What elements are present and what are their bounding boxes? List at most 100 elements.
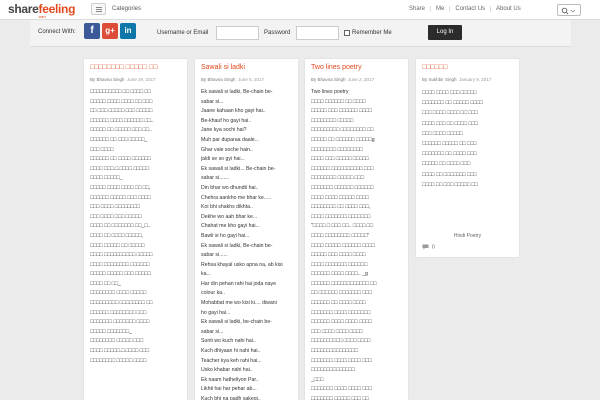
post-line: □□□□ □□ □□□□□□□ □□□	[422, 171, 477, 178]
post-author[interactable]: By Sukhbir Singh	[422, 77, 457, 82]
site-logo[interactable]: sharefeeling .com	[8, 2, 75, 19]
post-line: Usko khabar nahi hai..	[201, 367, 253, 374]
post-line: sabar si.......	[201, 175, 230, 182]
post-line: □□□□□□□□ □□□□□ □□□	[311, 175, 365, 182]
post-line: □□□□ □□□ □□ □□□□ □□□	[422, 120, 478, 127]
search-icon	[561, 7, 575, 15]
post-line: □□□□ □□□□ □□□□□ □□□□	[311, 194, 369, 201]
post-line: jaldi se so gyi hai...	[201, 156, 245, 163]
post-line: Ek naam hatheliyon Par..	[201, 376, 259, 383]
facebook-icon[interactable]: f	[84, 23, 100, 39]
post-line: □□□□ □□□□□_	[90, 175, 123, 182]
post-line: □□□□□□□□ □□ □□□□ □□□,	[311, 204, 371, 211]
post-line: Har din pehan rahi hai joda naye	[201, 280, 276, 287]
post-title[interactable]: □□□□□□	[422, 64, 447, 71]
post-line: □□□□□□□ □□□□□□□ □□□□	[90, 319, 150, 326]
post-card: Sawali si ladki By Bhavna Singh June 6, …	[195, 59, 298, 400]
post-category-link[interactable]: Hindi Poetry	[416, 233, 519, 239]
post-line: ho gayi hai...	[201, 309, 231, 316]
post-meta: By Bhavna Singh June 6, 2017	[201, 77, 264, 82]
hamburger-icon-bar	[96, 7, 102, 8]
top-bar: sharefeeling .com Categories Share Me Co…	[0, 0, 600, 20]
post-author[interactable]: By Bhavna Singh	[90, 77, 125, 82]
nav-me[interactable]: Me	[430, 6, 449, 12]
login-button[interactable]: Log In	[428, 25, 462, 40]
post-line: Ek sawali si ladki, be-chain be-	[201, 319, 272, 326]
post-line: □□ □□□ □□□□□ □□□ □□□□□	[90, 108, 153, 115]
post-line: □□□ □□□□	[90, 146, 114, 153]
search-button[interactable]	[557, 4, 581, 16]
post-line: Ek sawali si ladki, Be-chain be-	[201, 89, 273, 95]
post-line: □□□□ □□□□□□ □□ □□□□	[311, 98, 366, 105]
comment-icon	[422, 244, 429, 250]
categories-link[interactable]: Categories	[112, 6, 141, 12]
post-line: □□□□□□ □□□□□ □□□ □□□□	[90, 194, 151, 201]
post-line: sabar si......	[201, 252, 228, 259]
remember-me-checkbox[interactable]	[344, 30, 350, 36]
post-line: □□□□□□□□ □□□□□	[311, 117, 354, 124]
nav-share[interactable]: Share	[404, 6, 430, 12]
post-line: □□□ □□□□ □□□□□□□□	[90, 204, 140, 211]
post-line: □□□□□□ □□□□ □□□□.. _g	[311, 271, 368, 278]
post-line: Ek sawali si ladki, Be-chain be-	[201, 242, 273, 249]
post-card: Two lines poetry By Bhavna Singh June 2,…	[305, 59, 408, 400]
post-meta: By Bhavna Singh June 29, 2017	[90, 77, 156, 82]
post-line: □□□□ □□□□□ □□□□□□ □□□□	[311, 242, 375, 249]
post-line: Muh par duparaa daale...	[201, 136, 259, 143]
post-line: "□□□□ □ □□□ □□.. □□□□ □□	[311, 223, 374, 230]
post-line: □□□□ □□□□ □□□ □□□□□	[422, 90, 477, 96]
post-line: □□□□□□□□ □□□□□ □□□□	[90, 357, 147, 364]
post-date: January 9, 2017	[459, 77, 492, 82]
post-line: sabar si...	[201, 98, 224, 105]
post-line: Teacher kya keh rahi hai...	[201, 357, 262, 364]
post-line: colour ka..	[201, 290, 225, 297]
google-plus-icon[interactable]: g+	[102, 23, 118, 39]
post-line: □□□□□ □□ □□□□□ □□□ □□..	[90, 127, 152, 134]
post-line: □□□□□□□ □□□□ □□□□ □□□	[311, 386, 372, 393]
post-line: □□□□ □□□.□.□□□□ □□□□□	[90, 165, 150, 172]
post-line: □□ □□□□□□ □□□□□□□ □□□	[311, 290, 372, 297]
post-body: Two lines poetry □□□□ □□□□□□ □□ □□□□ □□□□□…	[311, 88, 403, 400]
post-date: June 2, 2017	[348, 77, 375, 82]
post-line: Likhti hai har pehar ab...	[201, 386, 257, 393]
post-line: □□□□□□□□ □□□□□ □□□	[90, 338, 144, 345]
linkedin-icon[interactable]: in	[120, 23, 136, 39]
menu-toggle-button[interactable]	[91, 3, 106, 15]
post-author[interactable]: By Bhavna Singh	[201, 77, 236, 82]
post-title[interactable]: □□□□□□□□ □□□□□ □□	[90, 64, 157, 71]
post-body: □□□□ □□□□ □□□ □□□□□ □□□□□□□ □□ □□□□□ □□□□…	[422, 88, 514, 190]
post-line: □□□□ □□□□□□□ □□□□□□	[311, 261, 368, 268]
password-field[interactable]	[296, 26, 339, 40]
post-line: □□□□□□ □□□□ □□□□ □□□□	[311, 319, 372, 326]
post-line: □□□□□□□□ □□□□□□□□	[311, 146, 363, 153]
nav-about-us[interactable]: About Us	[490, 6, 526, 12]
post-line: sabar si...	[201, 328, 224, 335]
post-line: □□□□□ □□□□ □□□□ □□ □□,	[90, 184, 151, 191]
username-field[interactable]	[216, 26, 259, 40]
post-title[interactable]: Sawali si ladki	[201, 64, 245, 71]
post-line: □□□ □□□□ □□□□ □□ □□□	[422, 110, 478, 117]
chevron-down-icon	[570, 9, 575, 13]
post-line: Koi bhi shakhs dikhta..	[201, 204, 253, 211]
post-line: □□□□□ □□□□□□□_	[90, 328, 132, 335]
post-line: □□□□□□□□□□□□□□	[311, 367, 355, 374]
connect-with-label: Connect With:	[38, 29, 76, 35]
post-line: Kuch bhi na padh sakegi..	[201, 396, 261, 400]
post-line: □□□□□□□□□□□□□□□	[311, 348, 358, 355]
post-line: □□□□□□□ □□ □□□□ □□□	[422, 151, 477, 158]
post-line: □□□□□□ □□□□□ □□ □□□	[422, 141, 477, 148]
post-line: □□□□□ □□□ □□□□□□ □□□□	[311, 108, 372, 115]
post-line: Bawli si ho gayi hai...	[201, 232, 250, 239]
nav-contact-us[interactable]: Contact Us	[449, 6, 490, 12]
hamburger-icon-bar	[96, 9, 102, 10]
post-line: □□□□ □□□□□□□□□□ □□□□□	[90, 252, 153, 259]
logo-main-text: share	[8, 2, 39, 16]
post-meta: By Sukhbir Singh January 9, 2017	[422, 77, 491, 82]
post-line: Chahat me kho gayi hai...	[201, 223, 260, 230]
post-line: □□□□□ □□ □□□□ □□□	[422, 161, 471, 168]
post-line: Chehra aankho me bhar ke.....	[201, 194, 272, 201]
post-author[interactable]: By Bhavna Singh	[311, 77, 346, 82]
comment-count[interactable]: 0	[422, 244, 435, 250]
post-title[interactable]: Two lines poetry	[311, 64, 362, 71]
post-line: □□□□□□□□ □□□□ □□□□□	[90, 290, 147, 297]
